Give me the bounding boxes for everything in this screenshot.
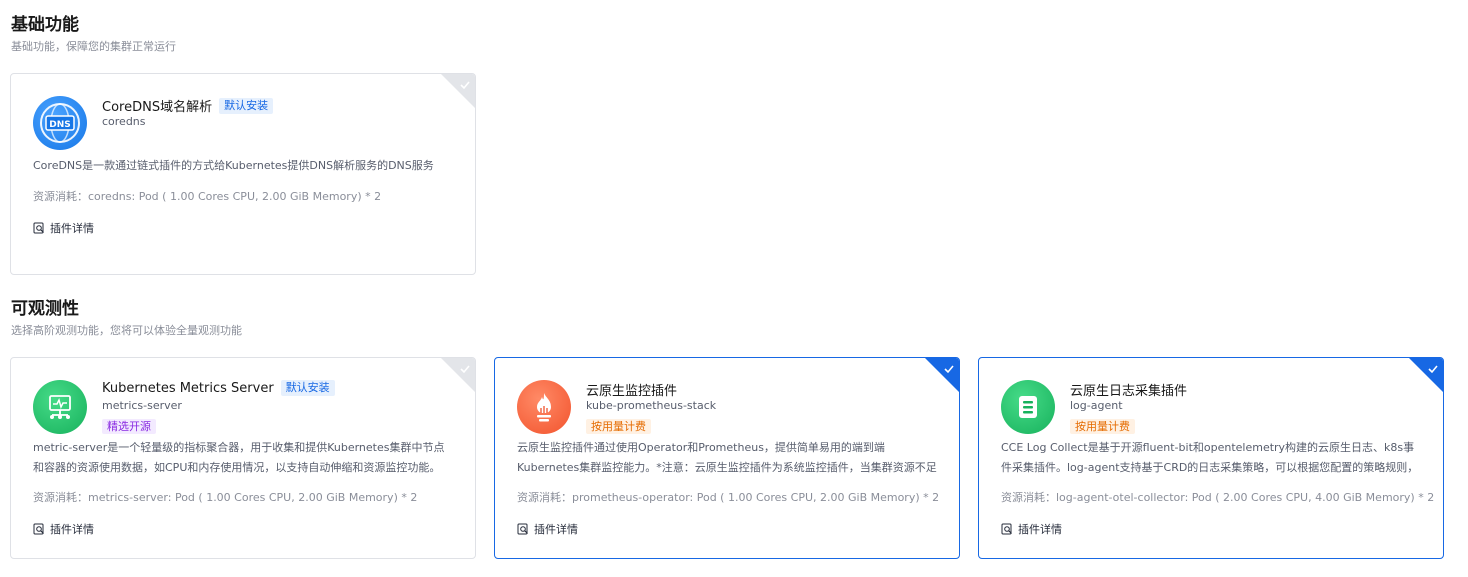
addon-card-coredns[interactable]: DNS CoreDNS域名解析 默认安装 coredns CoreDNS是一款通… [10, 73, 476, 275]
open-source-badge: 精选开源 [102, 419, 156, 434]
addon-detail-link[interactable]: 插件详情 [517, 521, 578, 537]
addon-description: CCE Log Collect是基于开源fluent-bit和opentelem… [1001, 441, 1419, 474]
detail-search-icon [33, 222, 44, 234]
addon-resource: 资源消耗：coredns: Pod ( 1.00 Cores CPU, 2.00… [33, 190, 382, 203]
section-desc-observability: 选择高阶观测功能，您将可以体验全量观测功能 [11, 324, 242, 337]
default-install-badge: 默认安装 [219, 97, 274, 114]
addon-description: 云原生监控插件通过使用Operator和Prometheus，提供简单易用的端到… [517, 441, 937, 474]
unselected-check-corner[interactable] [441, 74, 475, 108]
section-desc-basic: 基础功能，保障您的集群正常运行 [11, 40, 176, 53]
billing-badge: 按用量计费 [1070, 419, 1135, 434]
addon-resource: 资源消耗：log-agent-otel-collector: Pod ( 2.0… [1001, 491, 1435, 504]
addon-subname: metrics-server [102, 399, 182, 412]
svg-text:DNS: DNS [49, 120, 71, 130]
prometheus-logo-icon [517, 380, 571, 434]
selected-check-corner[interactable] [1409, 358, 1443, 392]
addon-name: CoreDNS域名解析 [102, 100, 213, 115]
detail-search-icon [33, 523, 44, 535]
addon-subname: kube-prometheus-stack [586, 399, 717, 412]
log-agent-logo-icon [1001, 380, 1055, 434]
metrics-server-logo-icon [33, 380, 87, 434]
addon-name: 云原生日志采集插件 [1070, 384, 1188, 399]
default-install-badge: 默认安装 [280, 380, 335, 396]
addon-resource: 资源消耗：metrics-server: Pod ( 1.00 Cores CP… [33, 491, 418, 504]
detail-search-icon [517, 523, 528, 535]
section-title-basic: 基础功能 [11, 15, 79, 35]
billing-badge: 按用量计费 [586, 419, 651, 434]
addon-detail-link[interactable]: 插件详情 [1001, 521, 1062, 537]
addon-detail-label: 插件详情 [534, 523, 578, 536]
addon-card-log-agent[interactable]: 云原生日志采集插件 log-agent 按用量计费 CCE Log Collec… [978, 357, 1444, 559]
addon-subname: coredns [102, 115, 146, 128]
unselected-check-corner[interactable] [441, 358, 475, 392]
addon-detail-label: 插件详情 [50, 523, 94, 536]
addon-subname: log-agent [1070, 399, 1123, 412]
addon-detail-label: 插件详情 [50, 222, 94, 235]
addon-card-metrics-server[interactable]: Kubernetes Metrics Server 默认安装 metrics-s… [10, 357, 476, 559]
addon-detail-link[interactable]: 插件详情 [33, 521, 94, 537]
dns-logo-icon: DNS [33, 96, 87, 150]
addon-description: metric-server是一个轻量级的指标聚合器，用于收集和提供Kuberne… [33, 441, 445, 474]
addon-card-prometheus[interactable]: 云原生监控插件 kube-prometheus-stack 按用量计费 云原生监… [494, 357, 960, 559]
addon-detail-label: 插件详情 [1018, 523, 1062, 536]
selected-check-corner[interactable] [925, 358, 959, 392]
addon-resource: 资源消耗：prometheus-operator: Pod ( 1.00 Cor… [517, 491, 940, 504]
addon-name: Kubernetes Metrics Server [102, 380, 274, 396]
addon-name: 云原生监控插件 [586, 384, 678, 399]
addon-detail-link[interactable]: 插件详情 [33, 220, 94, 236]
detail-search-icon [1001, 523, 1012, 535]
addon-description: CoreDNS是一款通过链式插件的方式给Kubernetes提供DNS解析服务的… [33, 159, 434, 172]
section-title-observability: 可观测性 [11, 299, 79, 319]
